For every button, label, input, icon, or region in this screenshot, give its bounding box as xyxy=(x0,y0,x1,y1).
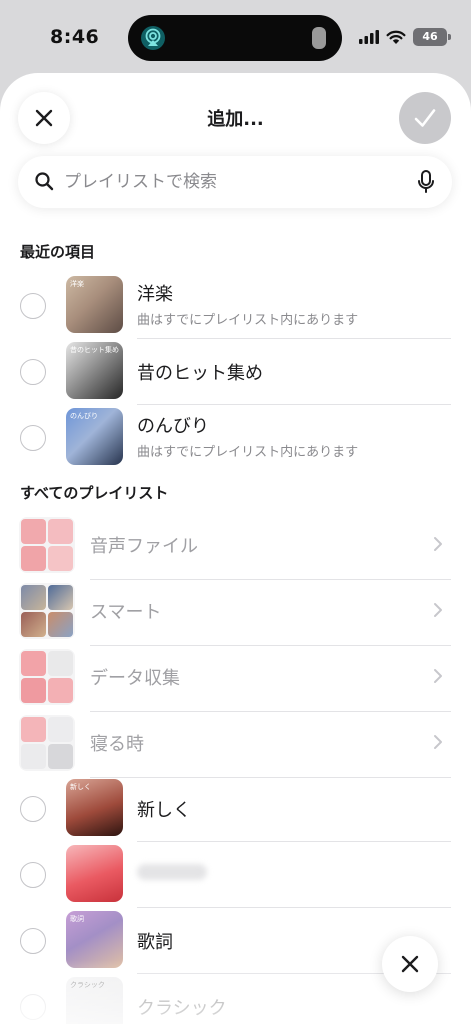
status-indicators: 46 xyxy=(359,26,451,48)
already-added-note: 曲はすでにプレイリスト内にあります xyxy=(137,313,359,328)
folder-name: スマート xyxy=(90,602,162,623)
folder-artwork xyxy=(19,583,75,639)
done-button[interactable] xyxy=(399,92,451,144)
playlist-artwork: 昔のヒット集め xyxy=(66,342,123,399)
battery-icon: 46 xyxy=(413,28,451,46)
playlist-artwork: 洋楽 xyxy=(66,276,123,333)
status-bar: 8:46 46 xyxy=(0,0,471,74)
artwork-label: 新しく xyxy=(70,783,91,791)
folder-artwork xyxy=(19,649,75,705)
select-radio[interactable] xyxy=(20,928,46,954)
folder-name: データ収集 xyxy=(90,668,180,689)
folder-name: 寝る時 xyxy=(90,734,144,755)
playlist-artwork: 新しく xyxy=(66,779,123,836)
microphone-icon[interactable] xyxy=(418,170,434,194)
artwork-label: のんびり xyxy=(70,412,98,420)
playlist-folder-row[interactable]: 音声ファイル xyxy=(0,514,471,580)
floating-close-button[interactable] xyxy=(382,936,438,992)
playlist-folder-row[interactable]: 寝る時 xyxy=(0,712,471,778)
recent-playlist-row[interactable]: 昔のヒット集め 昔のヒット集め xyxy=(0,339,471,405)
recent-playlist-row[interactable]: のんびり のんびり 曲はすでにプレイリスト内にあります xyxy=(0,405,471,471)
select-radio[interactable] xyxy=(20,862,46,888)
dynamic-island xyxy=(128,15,342,61)
chevron-right-icon xyxy=(434,537,442,551)
artwork-label: 洋楽 xyxy=(70,280,84,288)
folder-name: 音声ファイル xyxy=(90,536,198,557)
playlist-name: のんびり xyxy=(137,416,209,437)
playlist-folder-row[interactable]: データ収集 xyxy=(0,646,471,712)
all-playlists-section-title: すべてのプレイリスト xyxy=(20,484,169,502)
playlist-artwork: クラシック xyxy=(66,977,123,1024)
checkmark-icon xyxy=(414,109,436,127)
artwork-label: 歌詞 xyxy=(70,915,84,923)
chevron-right-icon xyxy=(434,669,442,683)
chevron-right-icon xyxy=(434,735,442,749)
playlist-name: 洋楽 xyxy=(137,284,173,305)
select-radio[interactable] xyxy=(20,293,46,319)
add-to-playlist-sheet: 追加... 最近の項目 洋楽 洋楽 曲はすでにプレイリスト内にあります 昔のヒッ xyxy=(0,73,471,1024)
playlist-artwork: 歌詞 xyxy=(66,911,123,968)
airplay-audio-icon xyxy=(141,26,165,50)
wifi-icon xyxy=(386,30,406,44)
select-radio[interactable] xyxy=(20,994,46,1020)
artwork-label: クラシック xyxy=(70,981,105,989)
folder-artwork xyxy=(19,517,75,573)
playlist-folder-row[interactable]: スマート xyxy=(0,580,471,646)
select-radio[interactable] xyxy=(20,796,46,822)
already-added-note: 曲はすでにプレイリスト内にあります xyxy=(137,445,359,460)
playlist-search-bar[interactable] xyxy=(18,156,452,208)
playlist-row[interactable]: 新しく 新しく xyxy=(0,776,471,842)
playlist-artwork: のんびり xyxy=(66,408,123,465)
artwork-label: 昔のヒット集め xyxy=(70,346,119,354)
select-radio[interactable] xyxy=(20,425,46,451)
chevron-right-icon xyxy=(434,603,442,617)
recent-playlist-row[interactable]: 洋楽 洋楽 曲はすでにプレイリスト内にあります xyxy=(0,273,471,339)
playlist-artwork xyxy=(66,845,123,902)
playlist-name-redacted xyxy=(137,864,207,880)
playlist-name: クラシック xyxy=(137,998,227,1019)
recent-section-title: 最近の項目 xyxy=(20,243,96,261)
close-icon xyxy=(401,955,419,973)
playlist-name: 新しく xyxy=(137,800,191,821)
playlist-row[interactable] xyxy=(0,842,471,908)
cellular-signal-icon xyxy=(359,30,379,44)
search-icon xyxy=(35,172,54,191)
select-radio[interactable] xyxy=(20,359,46,385)
folder-artwork xyxy=(19,715,75,771)
camera-lens xyxy=(312,27,326,49)
playlist-name: 歌詞 xyxy=(137,932,173,953)
status-time: 8:46 xyxy=(50,26,100,48)
playlist-name: 昔のヒット集め xyxy=(137,363,263,384)
search-input[interactable] xyxy=(64,166,394,198)
